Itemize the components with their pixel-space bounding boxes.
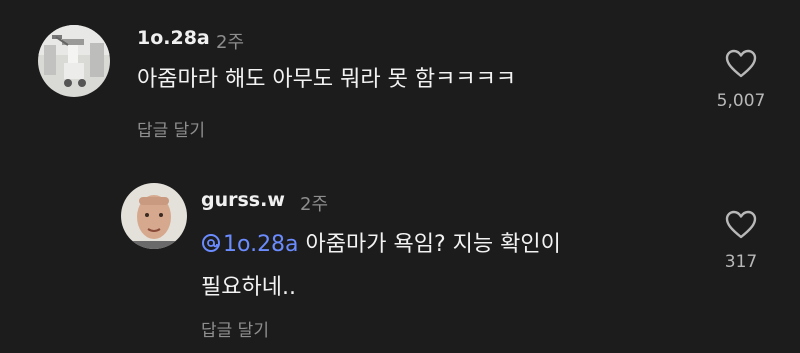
heart-icon[interactable]	[725, 210, 757, 240]
mention-link[interactable]: 1o.28a	[201, 232, 299, 257]
like-group: 317	[701, 210, 781, 272]
reply-text-line2: 필요하네..	[201, 275, 296, 300]
avatar-photo-icon	[121, 183, 187, 249]
avatar[interactable]	[121, 183, 187, 249]
mention-username: 1o.28a	[223, 232, 299, 257]
like-count: 317	[724, 252, 758, 272]
comment-timestamp: 2주	[216, 32, 245, 53]
reply-username[interactable]: gurss.w	[201, 189, 285, 211]
heart-icon[interactable]	[725, 49, 757, 79]
reply-button[interactable]: 답글 달기	[201, 316, 269, 341]
reply-item: gurss.w 2주 1o.28a 아줌마가 욕임? 지능 확인이 필요하네..…	[0, 160, 800, 353]
comment-text: 아줌마라 해도 아무도 뭐라 못 함ㅋㅋㅋㅋ	[137, 67, 517, 92]
like-group: 5,007	[701, 49, 781, 111]
reply-text-line1: 1o.28a 아줌마가 욕임? 지능 확인이	[201, 223, 561, 266]
avatar[interactable]	[38, 25, 110, 97]
avatar-photo-icon	[38, 25, 110, 97]
reply-timestamp: 2주	[300, 194, 329, 215]
reply-button[interactable]: 답글 달기	[137, 116, 205, 141]
comment-item: 1o.28a 2주 아줌마라 해도 아무도 뭐라 못 함ㅋㅋㅋㅋ 답글 달기 5…	[0, 0, 800, 160]
comment-username[interactable]: 1o.28a	[137, 27, 210, 49]
comment-thread: 1o.28a 2주 아줌마라 해도 아무도 뭐라 못 함ㅋㅋㅋㅋ 답글 달기 5…	[0, 0, 800, 353]
like-count: 5,007	[716, 91, 766, 111]
threads-mention-icon	[202, 234, 220, 252]
reply-text-content: 아줌마가 욕임? 지능 확인이	[305, 232, 561, 257]
